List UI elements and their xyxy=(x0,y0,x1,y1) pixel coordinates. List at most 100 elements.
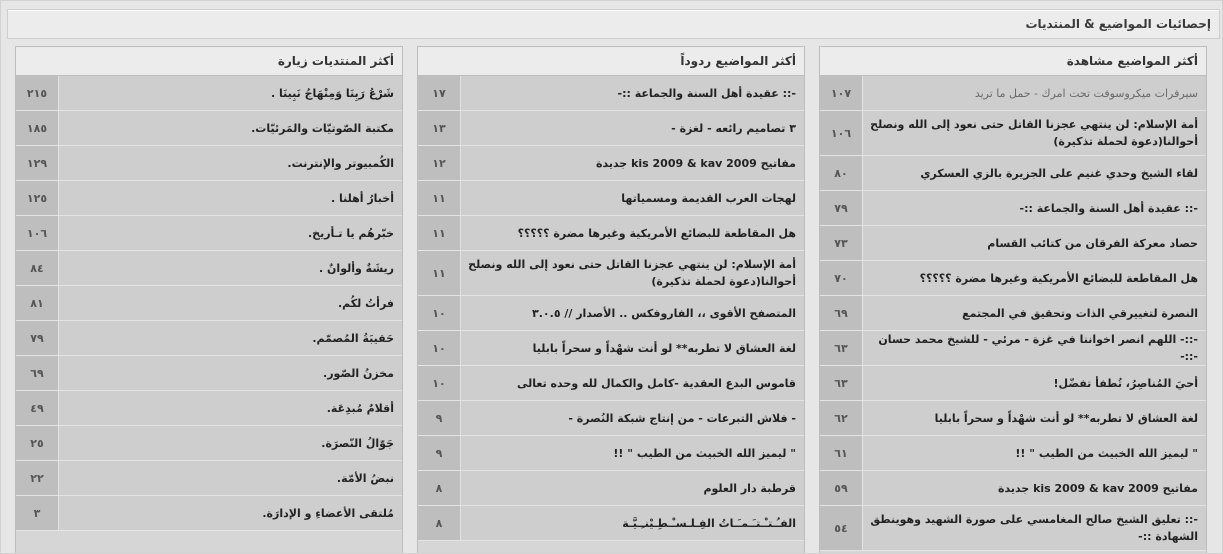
list-item[interactable]: ١٢٩ الكُمبيوتر والإنترنت. xyxy=(16,146,402,181)
list-item[interactable]: ١١ لهجات العرب القديمة ومسمياتها xyxy=(418,181,804,216)
item-link[interactable]: لقاء الشيخ وحدي غنيم على الجزيرة بالزي ا… xyxy=(864,156,1198,190)
list-item[interactable]: ٨١ فرأتُ لكُم. xyxy=(16,286,402,321)
item-link[interactable]: -:: عقيدة أهل السنة والجماعة ::- xyxy=(462,76,796,110)
list-item[interactable]: ١٧ -:: عقيدة أهل السنة والجماعة ::- xyxy=(418,76,804,111)
list-item[interactable]: ٩ " ليميز الله الخبيث من الطيب " !! xyxy=(418,436,804,471)
item-link[interactable]: لهجات العرب القديمة ومسمياتها xyxy=(462,181,796,215)
item-link[interactable]: ٣ تصاميم رائعه - لغزة - xyxy=(462,111,796,145)
item-link[interactable]: - فلاش التبرعات - من إنتاج شبكة النُصرة … xyxy=(462,401,796,435)
list-item[interactable]: ٧٩ حَقيبَةُ المُصمّم. xyxy=(16,321,402,356)
list-item[interactable]: ١١ أمة الإسلام: لن ينتهي عجزنا القاتل حتى… xyxy=(418,251,804,296)
item-count: ٦٣ xyxy=(820,331,863,365)
stats-panel: إحصائيات المواضيع & المنتديات أكثر المنت… xyxy=(0,0,1223,554)
list-item[interactable]: ١٣ ٣ تصاميم رائعه - لغزة - xyxy=(418,111,804,146)
most-visited-forums-column: أكثر المنتديات زيارة ٢١٥ شَرْعُ رَبِنَا و… xyxy=(15,46,403,553)
most-replied-topics-column: أكثر المواضيع ردوداً ١٧ -:: عقيدة أهل الس… xyxy=(417,46,805,553)
item-count: ١١ xyxy=(418,181,461,215)
item-link[interactable]: فرأتُ لكُم. xyxy=(60,286,394,320)
list-item[interactable]: ١٨٥ مكتبة الصّوتيّات والمَرئيّات. xyxy=(16,111,402,146)
item-count: ١٨٥ xyxy=(16,111,59,145)
list-item[interactable]: ٧٣ حصاد معركة الفرقان من كتائب القسام xyxy=(820,226,1206,261)
item-link[interactable]: حَقيبَةُ المُصمّم. xyxy=(60,321,394,355)
item-link[interactable]: هل المقاطعة للبضائع الأمريكية وغيرها مضر… xyxy=(864,261,1198,295)
item-link[interactable]: مُلتقى الأعضاءِ و الإدارَة. xyxy=(60,496,394,530)
most-viewed-topics-column: أكثر المواضيع مشاهدة ١٠٧ سيرفرات ميكروسوف… xyxy=(819,46,1207,553)
list-item[interactable]: ٦٣ أحيَ المُناصِرُ، تُطفأ تفضّل! xyxy=(820,366,1206,401)
list-item[interactable]: ١٠ قاموس البدع العقدية -كامل والكمال لله … xyxy=(418,366,804,401)
list-item[interactable]: ١٠٦ أمة الإسلام: لن ينتهي عجزنا القاتل حت… xyxy=(820,111,1206,156)
list-item[interactable]: ٨٤ ريشَةٌ وألوانٌ . xyxy=(16,251,402,286)
item-link[interactable]: ريشَةٌ وألوانٌ . xyxy=(60,251,394,285)
item-link[interactable]: شَرْعُ رَبِنَا وَمِنْهَاجُ نَبِينَا . xyxy=(60,76,394,110)
list-item[interactable]: ٢١٥ شَرْعُ رَبِنَا وَمِنْهَاجُ نَبِينَا . xyxy=(16,76,402,111)
list-item[interactable]: ٧٠ هل المقاطعة للبضائع الأمريكية وغيرها م… xyxy=(820,261,1206,296)
list-item[interactable]: ٦٢ لغة العشاق لا تطربه** لو أنت شهْداً و … xyxy=(820,401,1206,436)
column-header: أكثر المنتديات زيارة xyxy=(16,47,402,76)
item-link[interactable]: -::- اللهم انصر اخواننا في غزة - مرئي - … xyxy=(864,331,1198,365)
item-link[interactable]: لغة العشاق لا تطربه** لو أنت شهْداً و سح… xyxy=(864,401,1198,435)
item-link[interactable]: سيرفرات ميكروسوفت تحت امرك - حمل ما تريد xyxy=(864,76,1198,110)
item-count: ٩ xyxy=(418,436,461,470)
list-item[interactable]: ١٠ لغة العشاق لا تطربه** لو أنت شهْداً و … xyxy=(418,331,804,366)
item-link[interactable]: هل المقاطعة للبضائع الأمريكية وغيرها مضر… xyxy=(462,216,796,250)
list-item[interactable]: ٦٩ مخزنُ الصّور. xyxy=(16,356,402,391)
list-item[interactable]: ٨ قرطبة دار العلوم xyxy=(418,471,804,506)
item-count: ٥٤ xyxy=(820,506,863,550)
list-item[interactable]: ١٢ مفاتيح kis 2009 & kav 2009 جديدة xyxy=(418,146,804,181)
list-item[interactable]: ٨٠ لقاء الشيخ وحدي غنيم على الجزيرة بالزي… xyxy=(820,156,1206,191)
item-count: ١١ xyxy=(418,251,461,295)
item-link[interactable]: مخزنُ الصّور. xyxy=(60,356,394,390)
item-link[interactable]: الفـُـتـْـتـَـمـَـاتُ الفِـلـسـْـطِـيْنـ… xyxy=(462,506,796,540)
list-item[interactable]: ٨ الفـُـتـْـتـَـمـَـاتُ الفِـلـسـْـطِـيْن… xyxy=(418,506,804,541)
list-item[interactable]: ٩- فلاش التبرعات - من إنتاج شبكة النُصرة… xyxy=(418,401,804,436)
item-link[interactable]: المتصفح الأقوى ،، الفاروفكس .. الأصدار /… xyxy=(462,296,796,330)
list-item[interactable]: ٧٩ -:: عقيدة أهل السنة والجماعة ::- xyxy=(820,191,1206,226)
list-item[interactable]: ٦٩ النصرة لتغييرقي الذات وتحقيق في المجتم… xyxy=(820,296,1206,331)
item-link[interactable]: " ليميز الله الخبيث من الطيب " !! xyxy=(462,436,796,470)
item-link[interactable]: جَوّالُ النّصرَة. xyxy=(60,426,394,460)
item-link[interactable]: -:: تعليق الشيخ صالح المغامسي على صورة ا… xyxy=(864,506,1198,550)
item-link[interactable]: " ليميز الله الخبيث من الطيب " !! xyxy=(864,436,1198,470)
item-link[interactable]: أحيَ المُناصِرُ، تُطفأ تفضّل! xyxy=(864,366,1198,400)
list-item[interactable]: ٢٥ جَوّالُ النّصرَة. xyxy=(16,426,402,461)
item-link[interactable]: مفاتيح kis 2009 & kav 2009 جديدة xyxy=(462,146,796,180)
list-item[interactable]: ٦٣ -::- اللهم انصر اخواننا في غزة - مرئي … xyxy=(820,331,1206,366)
list-item[interactable]: ١٠٦ خبّرهُم يا تـأريخ. xyxy=(16,216,402,251)
item-count: ٦١ xyxy=(820,436,863,470)
list-item[interactable]: ٤٩ أقلامٌ مُبدِعَة. xyxy=(16,391,402,426)
item-count: ١٣ xyxy=(418,111,461,145)
item-link[interactable]: نبضُ الأمّة. xyxy=(60,461,394,495)
item-link[interactable]: أمة الإسلام: لن ينتهي عجزنا القاتل حتى ن… xyxy=(864,111,1198,155)
list-item[interactable]: ١١ هل المقاطعة للبضائع الأمريكية وغيرها م… xyxy=(418,216,804,251)
list-item[interactable]: ٢٢ نبضُ الأمّة. xyxy=(16,461,402,496)
column-header: أكثر المواضيع مشاهدة xyxy=(820,47,1206,76)
list-item[interactable]: ٣ مُلتقى الأعضاءِ و الإدارَة. xyxy=(16,496,402,531)
item-count: ١٠٦ xyxy=(16,216,59,250)
item-link[interactable]: النصرة لتغييرقي الذات وتحقيق في المجتمع xyxy=(864,296,1198,330)
list-item[interactable]: ١٠٧ سيرفرات ميكروسوفت تحت امرك - حمل ما ت… xyxy=(820,76,1206,111)
item-link[interactable]: مكتبة الصّوتيّات والمَرئيّات. xyxy=(60,111,394,145)
item-count: ١٠ xyxy=(418,331,461,365)
item-link[interactable]: الكُمبيوتر والإنترنت. xyxy=(60,146,394,180)
item-link[interactable]: أخبارُ أهلنا . xyxy=(60,181,394,215)
item-count: ١٠٦ xyxy=(820,111,863,155)
item-link[interactable]: -:: عقيدة أهل السنة والجماعة ::- xyxy=(864,191,1198,225)
list-item[interactable]: ٥٤ -:: تعليق الشيخ صالح المغامسي على صورة… xyxy=(820,506,1206,551)
item-link[interactable]: قرطبة دار العلوم xyxy=(462,471,796,505)
item-link[interactable]: خبّرهُم يا تـأريخ. xyxy=(60,216,394,250)
item-link[interactable]: حصاد معركة الفرقان من كتائب القسام xyxy=(864,226,1198,260)
item-link[interactable]: أقلامٌ مُبدِعَة. xyxy=(60,391,394,425)
list-item[interactable]: ٥٩ مفاتيح kis 2009 & kav 2009 جديدة xyxy=(820,471,1206,506)
item-link[interactable]: لغة العشاق لا تطربه** لو أنت شهْداً و سح… xyxy=(462,331,796,365)
list-item[interactable]: ٦١ " ليميز الله الخبيث من الطيب " !! xyxy=(820,436,1206,471)
item-link[interactable]: مفاتيح kis 2009 & kav 2009 جديدة xyxy=(864,471,1198,505)
list-item[interactable]: ١٢٥ أخبارُ أهلنا . xyxy=(16,181,402,216)
item-link[interactable]: أمة الإسلام: لن ينتهي عجزنا القاتل حتى ن… xyxy=(462,251,796,295)
item-count: ٦٩ xyxy=(820,296,863,330)
column-header: أكثر المواضيع ردوداً xyxy=(418,47,804,76)
list-item[interactable]: ١٠ المتصفح الأقوى ،، الفاروفكس .. الأصدار… xyxy=(418,296,804,331)
item-count: ٨١ xyxy=(16,286,59,320)
item-count: ١٧ xyxy=(418,76,461,110)
item-link[interactable]: قاموس البدع العقدية -كامل والكمال لله وح… xyxy=(462,366,796,400)
item-count: ١٢٥ xyxy=(16,181,59,215)
